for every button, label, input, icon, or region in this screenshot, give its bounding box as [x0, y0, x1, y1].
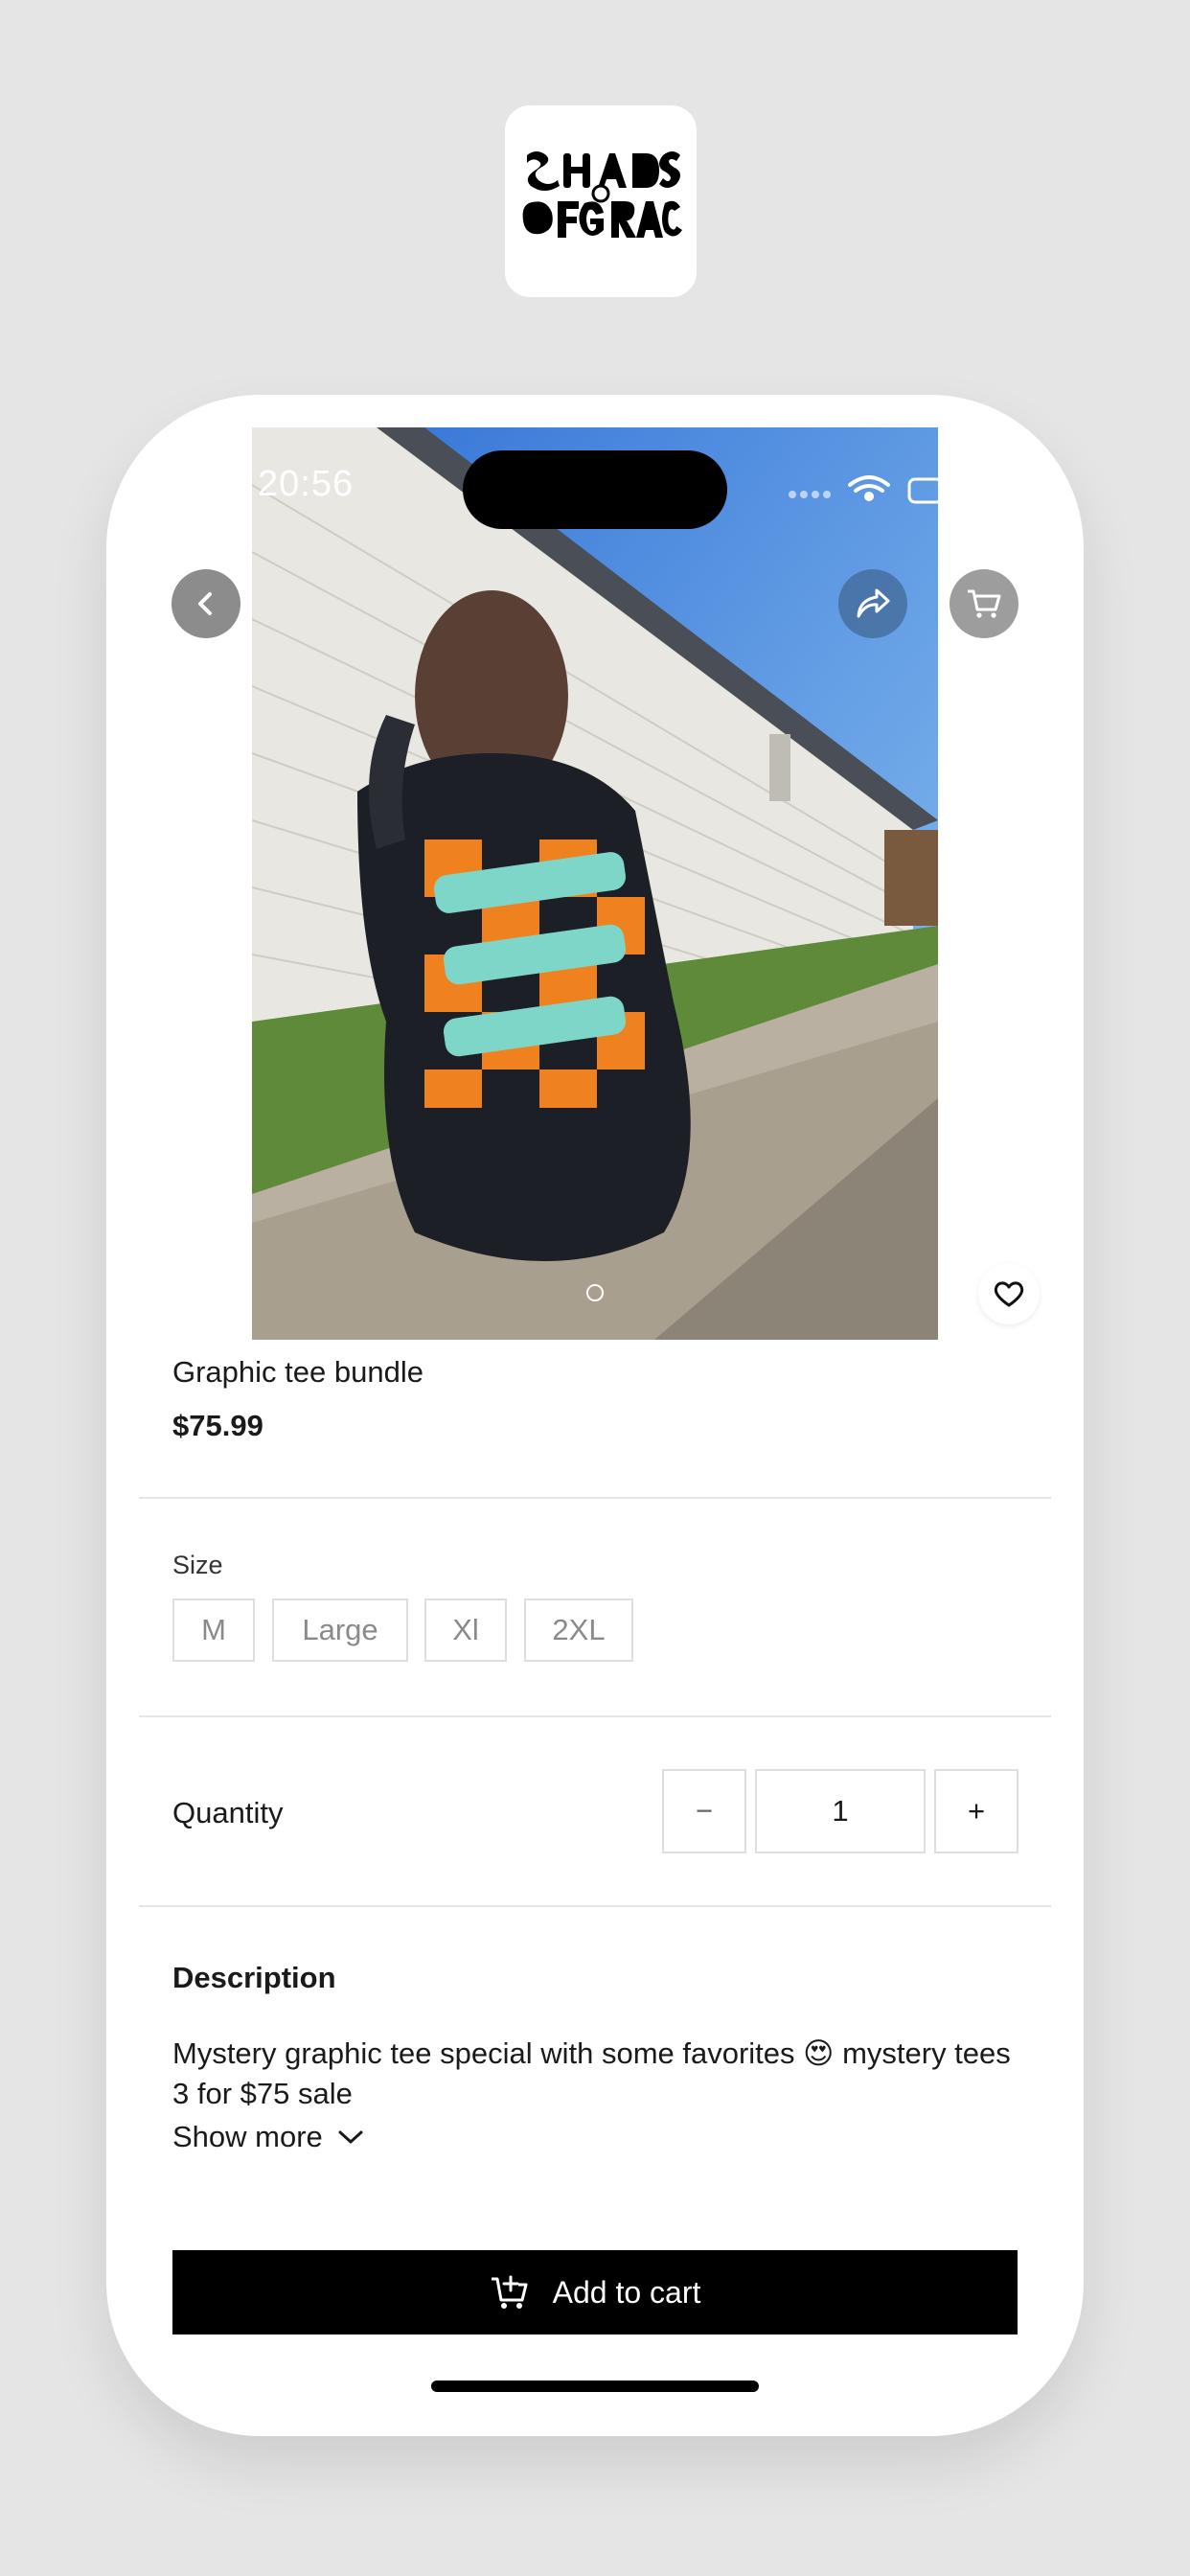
battery-icon [907, 477, 940, 504]
divider [139, 1905, 1051, 1907]
size-option-m[interactable]: M [172, 1598, 255, 1662]
size-option-large[interactable]: Large [272, 1598, 408, 1662]
add-to-cart-label: Add to cart [552, 2274, 701, 2310]
dynamic-island [463, 450, 727, 529]
product-image[interactable] [252, 427, 938, 1340]
divider [139, 1497, 1051, 1499]
product-title: Graphic tee bundle [172, 1355, 423, 1389]
size-label: Size [172, 1551, 223, 1579]
favorite-button[interactable] [978, 1263, 1040, 1324]
add-to-cart-icon [491, 2275, 528, 2309]
status-time: 20:56 [258, 464, 355, 504]
home-indicator[interactable] [431, 2380, 759, 2392]
product-price: $75.99 [172, 1409, 263, 1442]
share-icon [857, 588, 890, 618]
show-more-link[interactable]: Show more [172, 2120, 365, 2154]
back-button[interactable] [172, 569, 240, 638]
quantity-value[interactable]: 1 [755, 1769, 926, 1853]
product-photo [252, 427, 938, 1340]
heart-icon [994, 1281, 1024, 1307]
back-icon [198, 592, 212, 615]
brand-logo [505, 105, 697, 297]
divider [139, 1715, 1051, 1717]
share-button[interactable] [838, 569, 907, 638]
image-pager-dot[interactable] [586, 1284, 604, 1301]
quantity-label: Quantity [172, 1796, 284, 1829]
size-option-xl[interactable]: Xl [424, 1598, 507, 1662]
quantity-increment-button[interactable]: + [934, 1769, 1018, 1853]
description-heading: Description [172, 1961, 336, 1994]
add-to-cart-button[interactable]: Add to cart [172, 2250, 1018, 2334]
cart-icon [968, 589, 1001, 618]
description-text: Mystery graphic tee special with some fa… [172, 2036, 1011, 2110]
show-more-label: Show more [172, 2120, 323, 2153]
size-option-2xl[interactable]: 2XL [524, 1598, 633, 1662]
status-indicators [789, 475, 940, 504]
quantity-decrement-button[interactable]: − [662, 1769, 746, 1853]
cart-button[interactable] [950, 569, 1018, 638]
brand-logo-artwork [522, 151, 682, 238]
chevron-down-icon [338, 2130, 363, 2144]
signal-icon [789, 491, 831, 498]
phone-frame: 20:56 Graphic tee bundle $75.99 Size M L… [106, 395, 1084, 2436]
wifi-icon [848, 475, 890, 501]
